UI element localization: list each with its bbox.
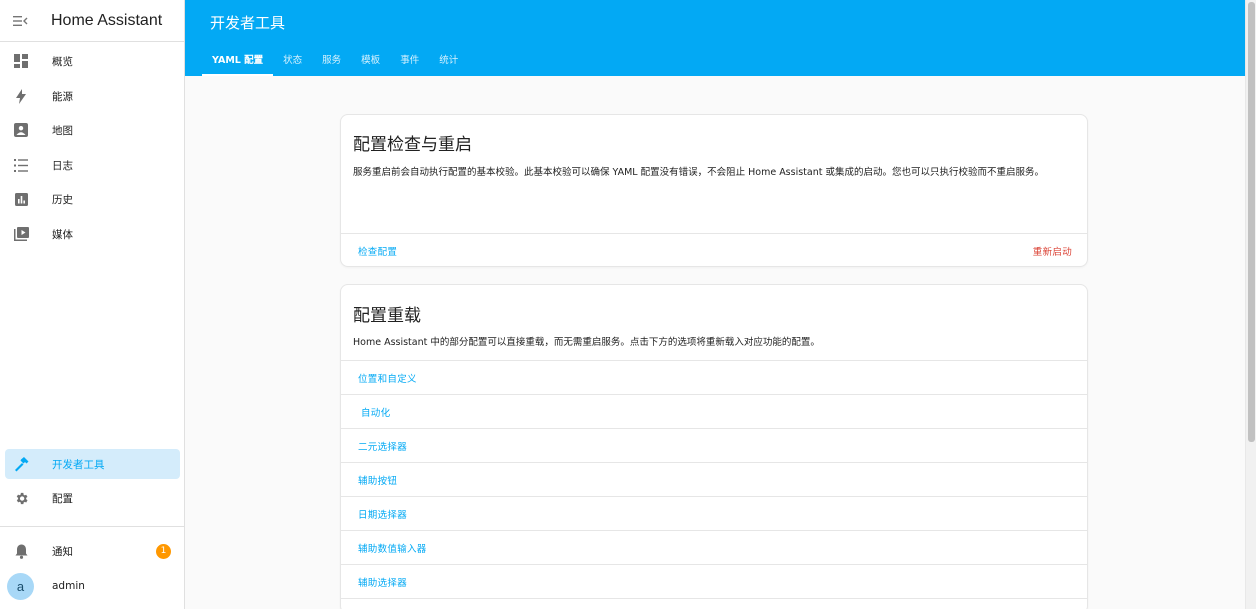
media-icon — [6, 227, 36, 241]
reload-item-input-select[interactable]: 辅助选择器 — [341, 564, 1087, 598]
map-icon — [6, 123, 36, 137]
sidebar-item-label: 地图 — [52, 124, 73, 137]
sidebar-item-media[interactable]: 媒体 — [5, 219, 180, 249]
tab-events[interactable]: 事件 — [390, 42, 429, 76]
tab-services[interactable]: 服务 — [312, 42, 351, 76]
sidebar-item-energy[interactable]: 能源 — [5, 81, 180, 111]
card-description: Home Assistant 中的部分配置可以直接重载，而无需重启服务。点击下方… — [353, 337, 820, 348]
sidebar-item-label: 配置 — [52, 492, 73, 505]
menu-toggle-button[interactable] — [0, 0, 40, 42]
sidebar-item-label: 媒体 — [52, 228, 73, 241]
sidebar-item-logbook[interactable]: 日志 — [5, 150, 180, 180]
card-actions: 检查配置 重新启动 — [341, 233, 1087, 266]
scrollbar-thumb[interactable] — [1248, 2, 1255, 442]
sidebar-header: Home Assistant — [0, 0, 184, 42]
sidebar-item-label: 历史 — [52, 193, 73, 206]
restart-button[interactable]: 重新启动 — [1033, 244, 1072, 258]
history-chart-icon — [6, 192, 36, 206]
gear-icon — [6, 491, 36, 506]
reload-item-input-datetime[interactable]: 日期选择器 — [341, 496, 1087, 530]
card-description: 服务重启前会自动执行配置的基本校验。此基本校验可以确保 YAML 配置没有错误，… — [353, 167, 1044, 178]
bell-icon — [6, 544, 36, 559]
reload-item-label: 二元选择器 — [358, 442, 408, 453]
menu-collapse-icon — [13, 15, 28, 26]
reload-item-input-boolean[interactable]: 二元选择器 — [341, 428, 1087, 462]
tab-templates[interactable]: 模板 — [351, 42, 390, 76]
app-title: Home Assistant — [51, 11, 163, 29]
sidebar-item-settings[interactable]: 配置 — [5, 483, 180, 513]
sidebar-item-label: 日志 — [52, 159, 73, 172]
sidebar-item-overview[interactable]: 概览 — [5, 46, 180, 76]
sidebar-item-label: 开发者工具 — [52, 458, 105, 471]
reload-item-label: 自动化 — [361, 408, 391, 419]
tab-states[interactable]: 状态 — [273, 42, 312, 76]
sidebar-item-label: 通知 — [52, 545, 73, 558]
sidebar-item-user[interactable]: a admin — [5, 571, 180, 601]
tab-yaml[interactable]: YAML 配置 — [202, 42, 274, 76]
sidebar-item-label: 概览 — [52, 55, 73, 68]
reload-item-next[interactable] — [341, 598, 1087, 609]
app-header: 开发者工具 YAML 配置 状态 服务 模板 事件 统计 — [185, 0, 1245, 76]
sidebar-item-map[interactable]: 地图 — [5, 115, 180, 145]
card-title: 配置重载 — [353, 306, 421, 326]
config-check-card: 配置检查与重启 服务重启前会自动执行配置的基本校验。此基本校验可以确保 YAML… — [340, 114, 1088, 267]
tab-bar: YAML 配置 状态 服务 模板 事件 统计 — [202, 42, 468, 76]
lightning-icon — [6, 88, 36, 104]
sidebar-item-history[interactable]: 历史 — [5, 184, 180, 214]
page-scrollbar[interactable] — [1245, 0, 1256, 609]
card-title: 配置检查与重启 — [353, 135, 472, 155]
sidebar: Home Assistant 概览 能源 地图 日志 历史 媒体 开发者工具 配… — [0, 0, 185, 609]
sidebar-item-developer-tools[interactable]: 开发者工具 — [5, 449, 180, 479]
avatar: a — [7, 572, 34, 600]
config-reload-card: 配置重载 Home Assistant 中的部分配置可以直接重载，而无需重启服务… — [340, 284, 1088, 609]
sidebar-item-notifications[interactable]: 通知 1 — [5, 536, 180, 566]
reload-item-label: 位置和自定义 — [358, 374, 417, 385]
hammer-icon — [6, 456, 36, 472]
notification-count-badge: 1 — [156, 543, 171, 559]
reload-item-label: 日期选择器 — [358, 510, 408, 521]
dashboard-icon — [6, 54, 36, 68]
sidebar-divider — [0, 526, 185, 527]
tab-statistics[interactable]: 统计 — [429, 42, 468, 76]
reload-item-input-number[interactable]: 辅助数值输入器 — [341, 530, 1087, 564]
reload-item-input-button[interactable]: 辅助按钮 — [341, 462, 1087, 496]
reload-item-label: 辅助按钮 — [358, 476, 398, 487]
reload-item-label: 辅助数值输入器 — [358, 544, 427, 555]
logbook-icon — [6, 158, 36, 172]
reload-item-automation[interactable]: 自动化 — [341, 394, 1087, 428]
check-config-button[interactable]: 检查配置 — [358, 244, 397, 258]
reload-item-label: 辅助选择器 — [358, 578, 408, 589]
sidebar-item-label: 能源 — [52, 90, 73, 103]
page-title: 开发者工具 — [210, 14, 286, 32]
user-name: admin — [52, 580, 85, 592]
reload-item-location[interactable]: 位置和自定义 — [341, 360, 1087, 394]
